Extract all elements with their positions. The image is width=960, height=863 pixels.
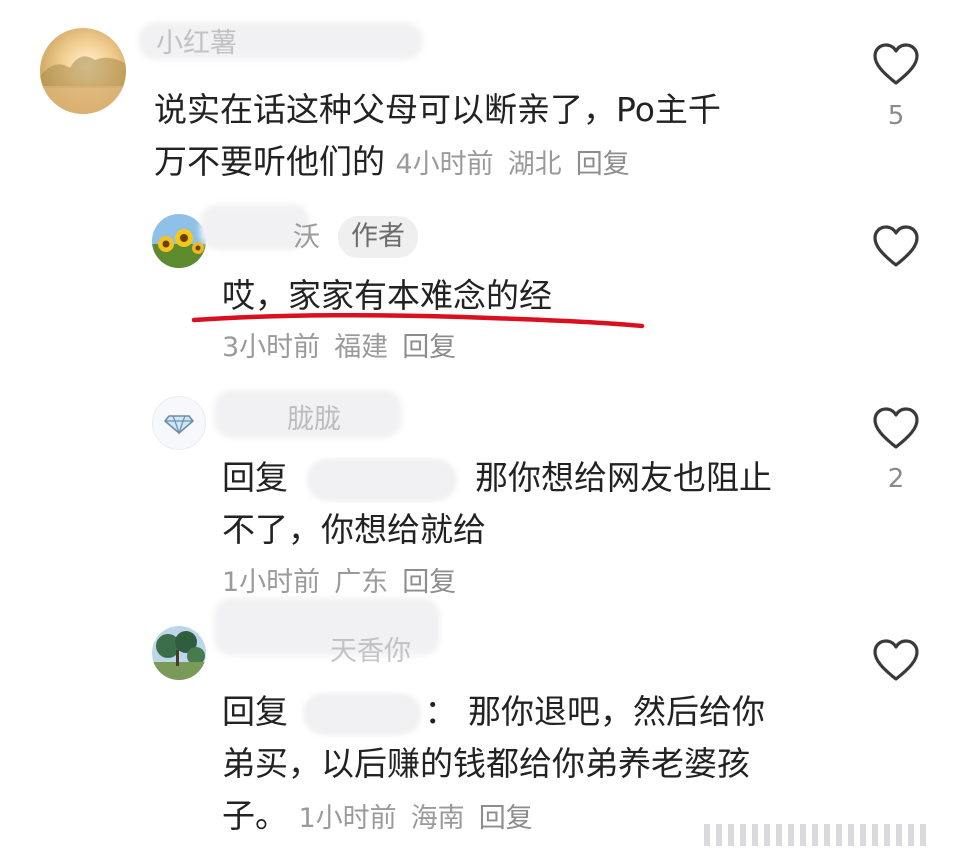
comment-text: 说实在话这种父母可以断亲了，Po主千 万不要听他们的 4小时前 湖北 回复 [154,84,834,191]
location: 海南 [410,803,465,834]
heart-icon[interactable] [872,42,920,86]
comment-meta: 4小时前 湖北 回复 [396,149,630,180]
avatar[interactable] [152,396,206,450]
location: 福建 [334,332,389,363]
like-count: 5 [887,101,905,131]
mentioned-user-blur[interactable] [306,458,457,501]
tree-landscape-avatar-icon [152,626,206,680]
mentioned-user-blur[interactable] [302,692,421,735]
comment-text-line1: 说实在话这种父母可以断亲了，Po主千 [154,90,721,129]
heart-icon[interactable] [872,406,920,450]
author-badge: 作者 [338,216,418,258]
reply-text-line1: 那你想给网友也阻止 [475,458,772,497]
comment-meta: 3小时前 福建 回复 [222,325,456,364]
avatar[interactable] [152,214,206,268]
reply-button[interactable]: 回复 [402,332,456,363]
reply-button[interactable]: 回复 [576,149,630,180]
heart-icon[interactable] [872,638,920,682]
reply-text-line3: 子。 [222,796,288,835]
username-fragment[interactable]: 胧胧 [287,406,341,433]
timestamp: 4小时前 [395,149,494,180]
username-fragment[interactable]: 沃 [293,224,320,251]
timestamp: 1小时前 [222,567,321,598]
location: 湖北 [507,149,562,180]
comment-3: 胧胧 回复 那你想给网友也阻止 不了，你想给就给 1小时前 广东 回复 2 [0,380,960,620]
reply-separator: ： [424,692,458,731]
timestamp: 3小时前 [222,332,321,363]
location: 广东 [334,567,389,598]
avatar[interactable] [152,626,206,680]
sunflower-avatar-icon [152,214,206,268]
watermark-bar [704,824,926,846]
comment-text-line2: 万不要听他们的 [154,142,385,181]
username-fragment[interactable]: 天香你 [330,638,411,665]
avatar[interactable] [40,28,126,114]
reply-text-line2: 弟买，以后赚的钱都给你弟养老婆孩 [222,744,750,783]
reply-prefix: 回复 [222,692,288,731]
reply-text-line2: 不了，你想给就给 [222,510,486,549]
heart-icon[interactable] [872,224,920,268]
comment-4: 天香你 回复 ： 那你退吧，然后给你 弟买，以后赚的钱都给你弟养老婆孩 子。 1… [0,598,960,863]
username-fragment[interactable]: 小红薯 [156,30,237,57]
timestamp: 1小时前 [298,803,397,834]
reply-prefix: 回复 [222,458,288,497]
sunset-landscape-avatar-icon [40,28,126,114]
comment-meta: 1小时前 广东 回复 [222,560,456,599]
reply-text-line1: 那你退吧，然后给你 [468,692,765,731]
comment-2: 沃 作者 哎，家家有本难念的经 3小时前 福建 回复 [0,190,960,380]
reply-button[interactable]: 回复 [479,803,533,834]
comment-text: 回复 那你想给网友也阻止 不了，你想给就给 [222,452,862,556]
diamond-avatar-icon [164,415,194,435]
like-count: 2 [887,464,905,494]
comment-1: 小红薯 说实在话这种父母可以断亲了，Po主千 万不要听他们的 4小时前 湖北 回复 … [0,0,960,190]
comment-meta: 1小时前 海南 回复 [299,803,533,834]
reply-button[interactable]: 回复 [402,567,456,598]
